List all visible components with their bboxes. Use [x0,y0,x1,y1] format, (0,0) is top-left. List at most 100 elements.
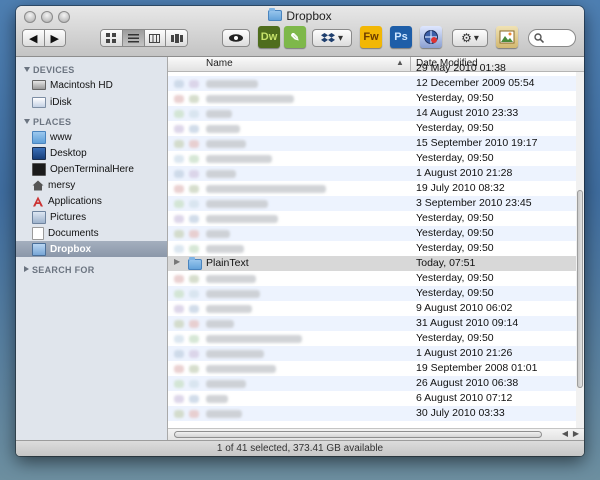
redacted-file-name [206,335,302,343]
table-row-selected[interactable]: ▶ PlainText Today, 07:51 [168,256,576,271]
terminal-icon [32,162,46,176]
table-row[interactable]: 1 August 2010 21:26 [168,346,576,361]
folder-icon [32,130,46,144]
table-row[interactable]: 1 August 2010 21:28 [168,166,576,181]
date-modified-cell: 12 December 2009 05:54 [416,77,535,89]
places-section-header[interactable]: PLACES [24,117,71,127]
date-modified-cell: 31 August 2010 09:14 [416,317,519,329]
table-row[interactable]: 30 July 2010 03:33 [168,406,576,421]
table-row[interactable]: Yesterday, 09:50 [168,271,576,286]
quick-look-button[interactable] [222,29,250,47]
redacted-icon [189,380,199,388]
vertical-scroll-thumb[interactable] [577,190,583,388]
table-row[interactable]: 15 September 2010 19:17 [168,136,576,151]
table-row[interactable]: 12 December 2009 05:54 [168,76,576,91]
pictures-icon [32,210,46,224]
table-row[interactable]: 26 August 2010 06:38 [168,376,576,391]
redacted-icon [174,380,184,388]
search-field[interactable] [528,29,576,47]
column-view-button[interactable] [144,30,167,46]
date-modified-cell: Yesterday, 09:50 [416,92,494,104]
list-view-button[interactable] [122,30,145,46]
dropbox-menu-button[interactable]: ▾ [312,29,352,47]
redacted-icon [189,80,199,88]
redacted-file-name [206,125,240,133]
dreamweaver-app-button[interactable]: Dw [258,26,280,48]
redacted-icon [174,230,184,238]
disclosure-triangle-icon [24,119,30,124]
table-row[interactable]: Yesterday, 09:50 [168,241,576,256]
sidebar-item-desktop[interactable]: Desktop [16,145,167,161]
back-button[interactable]: ◀ [23,30,45,46]
forward-arrow-icon: ▶ [50,32,59,45]
redacted-file-name [206,215,278,223]
sidebar-item-idisk[interactable]: iDisk [16,94,167,110]
date-modified-cell: 30 July 2010 03:33 [416,407,505,419]
action-menu-button[interactable]: ⚙ ▾ [452,29,488,47]
sidebar-item-openterminalhere[interactable]: OpenTerminalHere [16,161,167,177]
sidebar-item-macintosh-hd[interactable]: Macintosh HD [16,77,167,93]
photoshop-app-button[interactable]: Ps [390,26,412,48]
table-row[interactable]: 14 August 2010 23:33 [168,106,576,121]
redacted-icon [174,320,184,328]
devices-section-header[interactable]: DEVICES [24,65,75,75]
sidebar-item-www[interactable]: www [16,129,167,145]
redacted-file-name [206,365,276,373]
disclosure-triangle-icon [24,266,29,272]
fireworks-app-button[interactable]: Fw [360,26,382,48]
column-view-icon [149,33,161,43]
eye-icon [229,34,243,42]
cover-flow-view-button[interactable] [166,30,187,46]
table-row[interactable]: Yesterday, 09:50 [168,286,576,301]
utility-app-button[interactable] [420,26,442,48]
table-row[interactable]: 31 August 2010 09:14 [168,316,576,331]
icon-view-button[interactable] [101,30,123,46]
table-row[interactable]: Yesterday, 09:50 [168,121,576,136]
sidebar-item-pictures[interactable]: Pictures [16,209,167,225]
table-row[interactable]: Yesterday, 09:50 [168,331,576,346]
sidebar-item-dropbox[interactable]: Dropbox [16,241,167,257]
scroll-right-arrow-icon[interactable]: ▶ [573,429,579,438]
date-modified-cell: Yesterday, 09:50 [416,212,494,224]
redacted-icon [189,290,199,298]
table-row[interactable]: Yesterday, 09:50 [168,211,576,226]
table-row[interactable]: 3 September 2010 23:45 [168,196,576,211]
date-modified-cell: Yesterday, 09:50 [416,272,494,284]
table-row[interactable]: 9 August 2010 06:02 [168,301,576,316]
date-modified-cell: Yesterday, 09:50 [416,332,494,344]
back-forward-control: ◀ ▶ [22,29,66,47]
redacted-icon [189,275,199,283]
table-row[interactable]: Yesterday, 09:50 [168,226,576,241]
date-modified-cell: 14 August 2010 23:33 [416,107,519,119]
redacted-file-name [206,305,252,313]
search-for-section-header[interactable]: SEARCH FOR [24,265,95,275]
scroll-left-arrow-icon[interactable]: ◀ [562,429,568,438]
sidebar-item-mersy[interactable]: mersy [16,177,167,193]
redacted-icon [174,110,184,118]
redacted-icon [174,365,184,373]
redacted-file-name [206,245,244,253]
chevron-down-icon: ▾ [473,32,479,44]
preview-app-button[interactable] [496,26,518,48]
disclosure-triangle-icon[interactable]: ▶ [174,257,180,266]
date-modified-cell: 19 September 2008 01:01 [416,362,538,374]
table-row[interactable]: 19 July 2010 08:32 [168,181,576,196]
forward-button[interactable]: ▶ [44,30,65,46]
table-row[interactable]: 6 August 2010 07:12 [168,391,576,406]
textmate-app-button[interactable]: ✎ [284,26,306,48]
hard-drive-icon [32,80,46,90]
sidebar-item-applications[interactable]: Applications [16,193,167,209]
table-row[interactable]: 19 September 2008 01:01 [168,361,576,376]
redacted-icon [189,335,199,343]
horizontal-scroll-thumb[interactable] [174,431,542,438]
table-row[interactable]: Yesterday, 09:50 [168,151,576,166]
redacted-icon [189,140,199,148]
redacted-file-name [206,230,230,238]
sidebar-item-documents[interactable]: Documents [16,225,167,241]
vertical-scrollbar[interactable] [576,72,584,429]
redacted-file-name [206,410,242,418]
redacted-icon [189,200,199,208]
status-bar: 1 of 41 selected, 373.41 GB available [16,440,584,456]
redacted-icon [174,335,184,343]
table-row[interactable]: Yesterday, 09:50 [168,91,576,106]
